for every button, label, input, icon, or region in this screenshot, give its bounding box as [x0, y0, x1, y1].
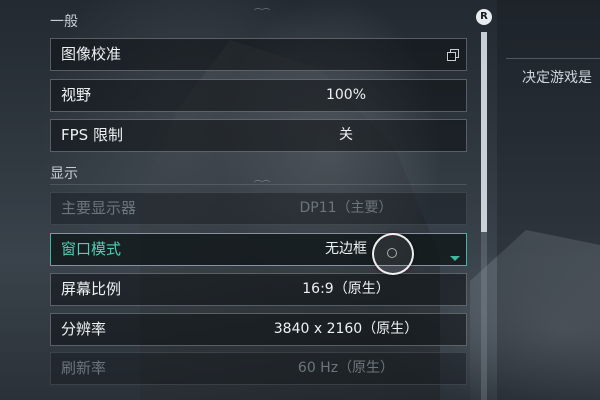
setting-value: 关: [339, 127, 353, 143]
setting-aspect-ratio[interactable]: 屏幕比例 16:9（原生）: [50, 273, 467, 306]
setting-label: 分辨率: [61, 320, 107, 338]
setting-description: 决定游戏是: [522, 70, 592, 86]
scrollbar-thumb[interactable]: [481, 32, 487, 232]
setting-image-calibration[interactable]: 图像校准: [50, 38, 467, 71]
setting-label: 图像校准: [61, 45, 122, 63]
cursor-icon: [372, 233, 414, 275]
setting-main-display: 主要显示器 DP11（主要）: [50, 192, 467, 225]
description-panel: [497, 0, 600, 400]
setting-value: 无边框: [325, 241, 367, 257]
description-divider: [506, 58, 600, 59]
setting-label: 刷新率: [61, 359, 107, 377]
setting-refresh-rate: 刷新率 60 Hz（原生）: [50, 352, 467, 385]
section-title-display: 显示: [50, 166, 78, 182]
section-divider: ⌒⌒: [50, 181, 467, 189]
r-button-icon[interactable]: R: [476, 9, 492, 25]
setting-value: DP11（主要）: [299, 200, 393, 216]
settings-screen: 一般 图像校准 视野 100% FPS 限制 关 显示 ⌒⌒ ⌒⌒ 主要显示器 …: [0, 0, 600, 400]
setting-fov[interactable]: 视野 100%: [50, 79, 467, 112]
setting-value: 60 Hz（原生）: [297, 360, 395, 376]
setting-resolution[interactable]: 分辨率 3840 x 2160（原生）: [50, 313, 467, 346]
dropdown-icon[interactable]: [450, 256, 460, 261]
setting-label: FPS 限制: [61, 126, 123, 144]
setting-value: 100%: [325, 87, 367, 103]
setting-label: 窗口模式: [61, 240, 122, 258]
setting-fps-limit[interactable]: FPS 限制 关: [50, 119, 467, 152]
setting-value: 16:9（原生）: [302, 281, 390, 297]
copy-icon: [447, 49, 459, 61]
setting-value: 3840 x 2160（原生）: [273, 321, 419, 337]
setting-label: 主要显示器: [61, 199, 137, 217]
section-title-general: 一般: [50, 14, 78, 30]
setting-label: 屏幕比例: [61, 280, 122, 298]
setting-label: 视野: [61, 86, 92, 104]
